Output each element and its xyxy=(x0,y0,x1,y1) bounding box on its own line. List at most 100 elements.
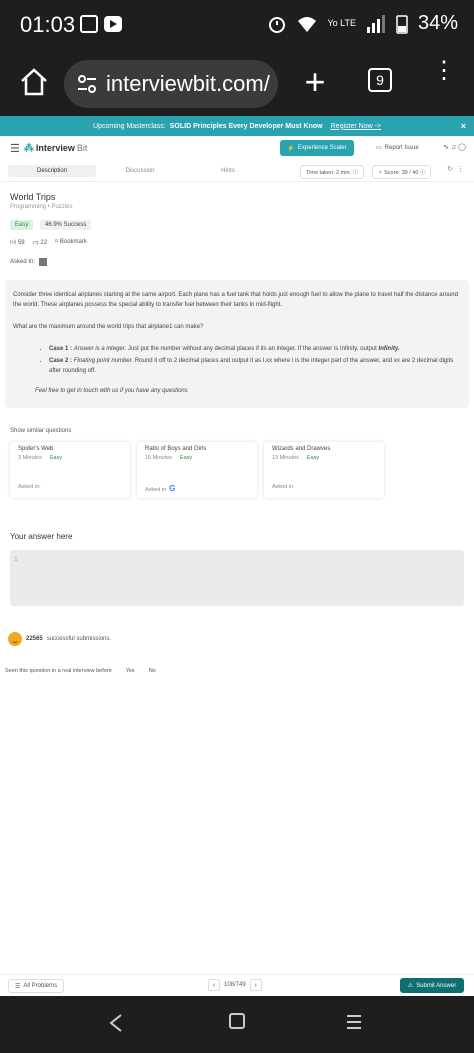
notification-icon xyxy=(80,15,122,33)
submit-label: Submit Answer xyxy=(416,982,457,989)
answer-label: Your answer here xyxy=(10,532,73,541)
logo-text: Interview xyxy=(35,143,75,153)
logo-icon: ⁂ xyxy=(23,142,34,154)
difficulty-badge: Easy xyxy=(10,220,34,230)
banner-prefix: Upcoming Masterclass: xyxy=(92,122,166,130)
experience-scaler-button[interactable]: ⚡ Experience Scaler xyxy=(280,140,354,156)
asked-in: Asked In: xyxy=(10,258,48,266)
submit-answer-button[interactable]: ⚠ Submit Answer xyxy=(400,978,464,993)
info-icon[interactable]: ⓘ xyxy=(353,170,359,176)
problem-tabs: Description Discussion Hints Time taken:… xyxy=(0,160,474,182)
success-badge: 46.9% Success xyxy=(40,220,92,230)
banner-close-button[interactable]: × xyxy=(461,121,466,131)
back-icon[interactable] xyxy=(106,1013,126,1033)
similar-question-meta: 13 Minutes Easy xyxy=(272,455,376,461)
similar-questions-label[interactable]: Show similar questions xyxy=(10,428,71,434)
bookmark-icon: ⌑ xyxy=(55,239,59,245)
prev-problem-button[interactable]: ‹ xyxy=(208,979,220,991)
score-display: ✧ Score: 39 / 40 ⓘ xyxy=(372,165,432,179)
tab-icons: ↻⋮ xyxy=(447,165,468,173)
bookmark-button[interactable]: ⌑ Bookmark xyxy=(55,238,87,246)
problem-paragraph-1: Consider three identical airplanes start… xyxy=(13,292,458,308)
report-label: Report Issue xyxy=(384,144,419,151)
home-icon[interactable] xyxy=(18,66,50,98)
experience-label: Experience Scaler xyxy=(297,145,347,151)
seen-question-label: Seen this question in a real interview b… xyxy=(5,668,112,674)
similar-question-asked-label: Asked in: xyxy=(145,487,168,493)
masterclass-banner: Upcoming Masterclass: SOLID Principles E… xyxy=(0,116,474,136)
question-title: World Trips xyxy=(10,192,56,202)
browser-toolbar: interviewbit.com/ + 9 ⋮ xyxy=(0,52,474,116)
submission-count: 22565 xyxy=(26,636,43,642)
all-problems-button[interactable]: ☰ All Problems xyxy=(8,979,64,993)
web-page: Upcoming Masterclass: SOLID Principles E… xyxy=(0,116,474,996)
similar-question-card[interactable]: Ratio of Boys and Girls 15 Minutes Easy A… xyxy=(137,442,257,498)
similar-question-time: 13 Minutes xyxy=(272,455,299,461)
pager: ‹ 108/749 › xyxy=(208,979,262,991)
home-nav-icon[interactable] xyxy=(229,1013,245,1029)
all-problems-label: All Problems xyxy=(23,983,58,989)
vote-row: 👍︎ 59 👎︎ 22 ⌑ Bookmark xyxy=(10,238,87,246)
similar-question-name: Spider's Web xyxy=(18,446,54,452)
company-logo-icon[interactable] xyxy=(39,258,48,266)
case-1-infinity: Infinity. xyxy=(378,346,400,352)
tab-switcher-button[interactable]: 9 xyxy=(368,68,392,92)
similar-question-asked: Asked in: xyxy=(18,484,41,490)
time-taken-label: Time taken: 2 min. xyxy=(306,170,352,176)
url-bar[interactable]: interviewbit.com/ xyxy=(64,60,278,108)
similar-question-meta: 15 Minutes Easy xyxy=(145,455,249,461)
signal-icon xyxy=(366,14,385,33)
submission-text: successful submissions. xyxy=(46,636,112,642)
score-info-icon[interactable]: ⓘ xyxy=(420,170,426,176)
time-taken: Time taken: 2 min. ⓘ xyxy=(300,165,365,179)
tab-discussion[interactable]: Discussion xyxy=(96,165,184,177)
tab-description[interactable]: Description xyxy=(8,164,96,177)
battery-percent: 34% xyxy=(417,12,458,34)
seen-in-interview: Seen this question in a real interview b… xyxy=(5,668,156,674)
similar-question-card[interactable]: Wizards and Drawves 13 Minutes Easy Asked… xyxy=(264,442,384,498)
tab-hints[interactable]: Hints xyxy=(184,165,272,177)
score-icon: ✧ xyxy=(378,170,383,176)
browser-menu-button[interactable]: ⋮ xyxy=(432,59,456,83)
answer-editor[interactable]: 1 xyxy=(10,550,464,606)
list-icon: ☰ xyxy=(14,983,21,990)
asked-in-label: Asked In: xyxy=(10,259,36,265)
seen-no-button[interactable]: No xyxy=(149,668,156,674)
wifi-icon xyxy=(298,16,317,32)
similar-question-card[interactable]: Spider's Web 3 Minutes Easy Asked in: xyxy=(10,442,130,498)
activity-icon[interactable]: ∿ xyxy=(443,144,451,151)
similar-question-difficulty: Easy xyxy=(179,455,193,461)
case-2-label: Case 2 : xyxy=(49,358,73,364)
nav-icons: ∿♫◯ xyxy=(443,143,468,151)
case-list: Case 1 : Answer is a integer. Just put t… xyxy=(49,344,461,376)
site-settings-icon[interactable] xyxy=(76,73,98,95)
register-link[interactable]: Register Now -> xyxy=(331,123,381,130)
upvote-button[interactable]: 👍︎ 59 xyxy=(10,238,25,246)
line-number: 1 xyxy=(14,556,18,563)
hamburger-icon[interactable]: ☰ xyxy=(10,142,20,155)
question-category: Programming • Puzzles xyxy=(10,204,73,210)
new-tab-button[interactable]: + xyxy=(298,62,332,102)
problem-paragraph-2: What are the maximum around the world tr… xyxy=(13,324,204,330)
next-problem-button[interactable]: › xyxy=(249,979,262,991)
site-logo[interactable]: ⁂ Interview Bit xyxy=(24,143,88,154)
report-issue-button[interactable]: ▭ Report Issue xyxy=(376,144,419,152)
more-icon[interactable]: ⋮ xyxy=(457,166,468,173)
similar-question-difficulty: Easy xyxy=(306,455,320,461)
similar-question-asked: Asked in: G xyxy=(145,484,175,493)
refresh-icon[interactable]: ↻ xyxy=(447,166,457,173)
thumbs-down-icon: 👎︎ xyxy=(32,240,39,246)
seen-yes-button[interactable]: Yes xyxy=(126,668,135,674)
similar-question-asked: Asked in: xyxy=(272,484,295,490)
downvote-button[interactable]: 👎︎ 22 xyxy=(33,238,47,246)
user-icon[interactable]: ◯ xyxy=(458,144,468,151)
recents-icon[interactable] xyxy=(346,1014,362,1030)
battery-icon xyxy=(396,14,408,34)
bookmark-label: Bookmark xyxy=(59,239,87,245)
url-text: interviewbit.com/ xyxy=(106,71,270,96)
page-indicator: 108/749 xyxy=(224,982,246,988)
site-nav: ☰ ⁂ Interview Bit ⚡ Experience Scaler ▭ R… xyxy=(0,136,474,160)
bolt-icon: ⚡ xyxy=(287,145,295,152)
system-nav-bar xyxy=(0,996,474,1053)
problem-footer: ☰ All Problems ‹ 108/749 › ⚠ Submit Answ… xyxy=(0,974,474,996)
